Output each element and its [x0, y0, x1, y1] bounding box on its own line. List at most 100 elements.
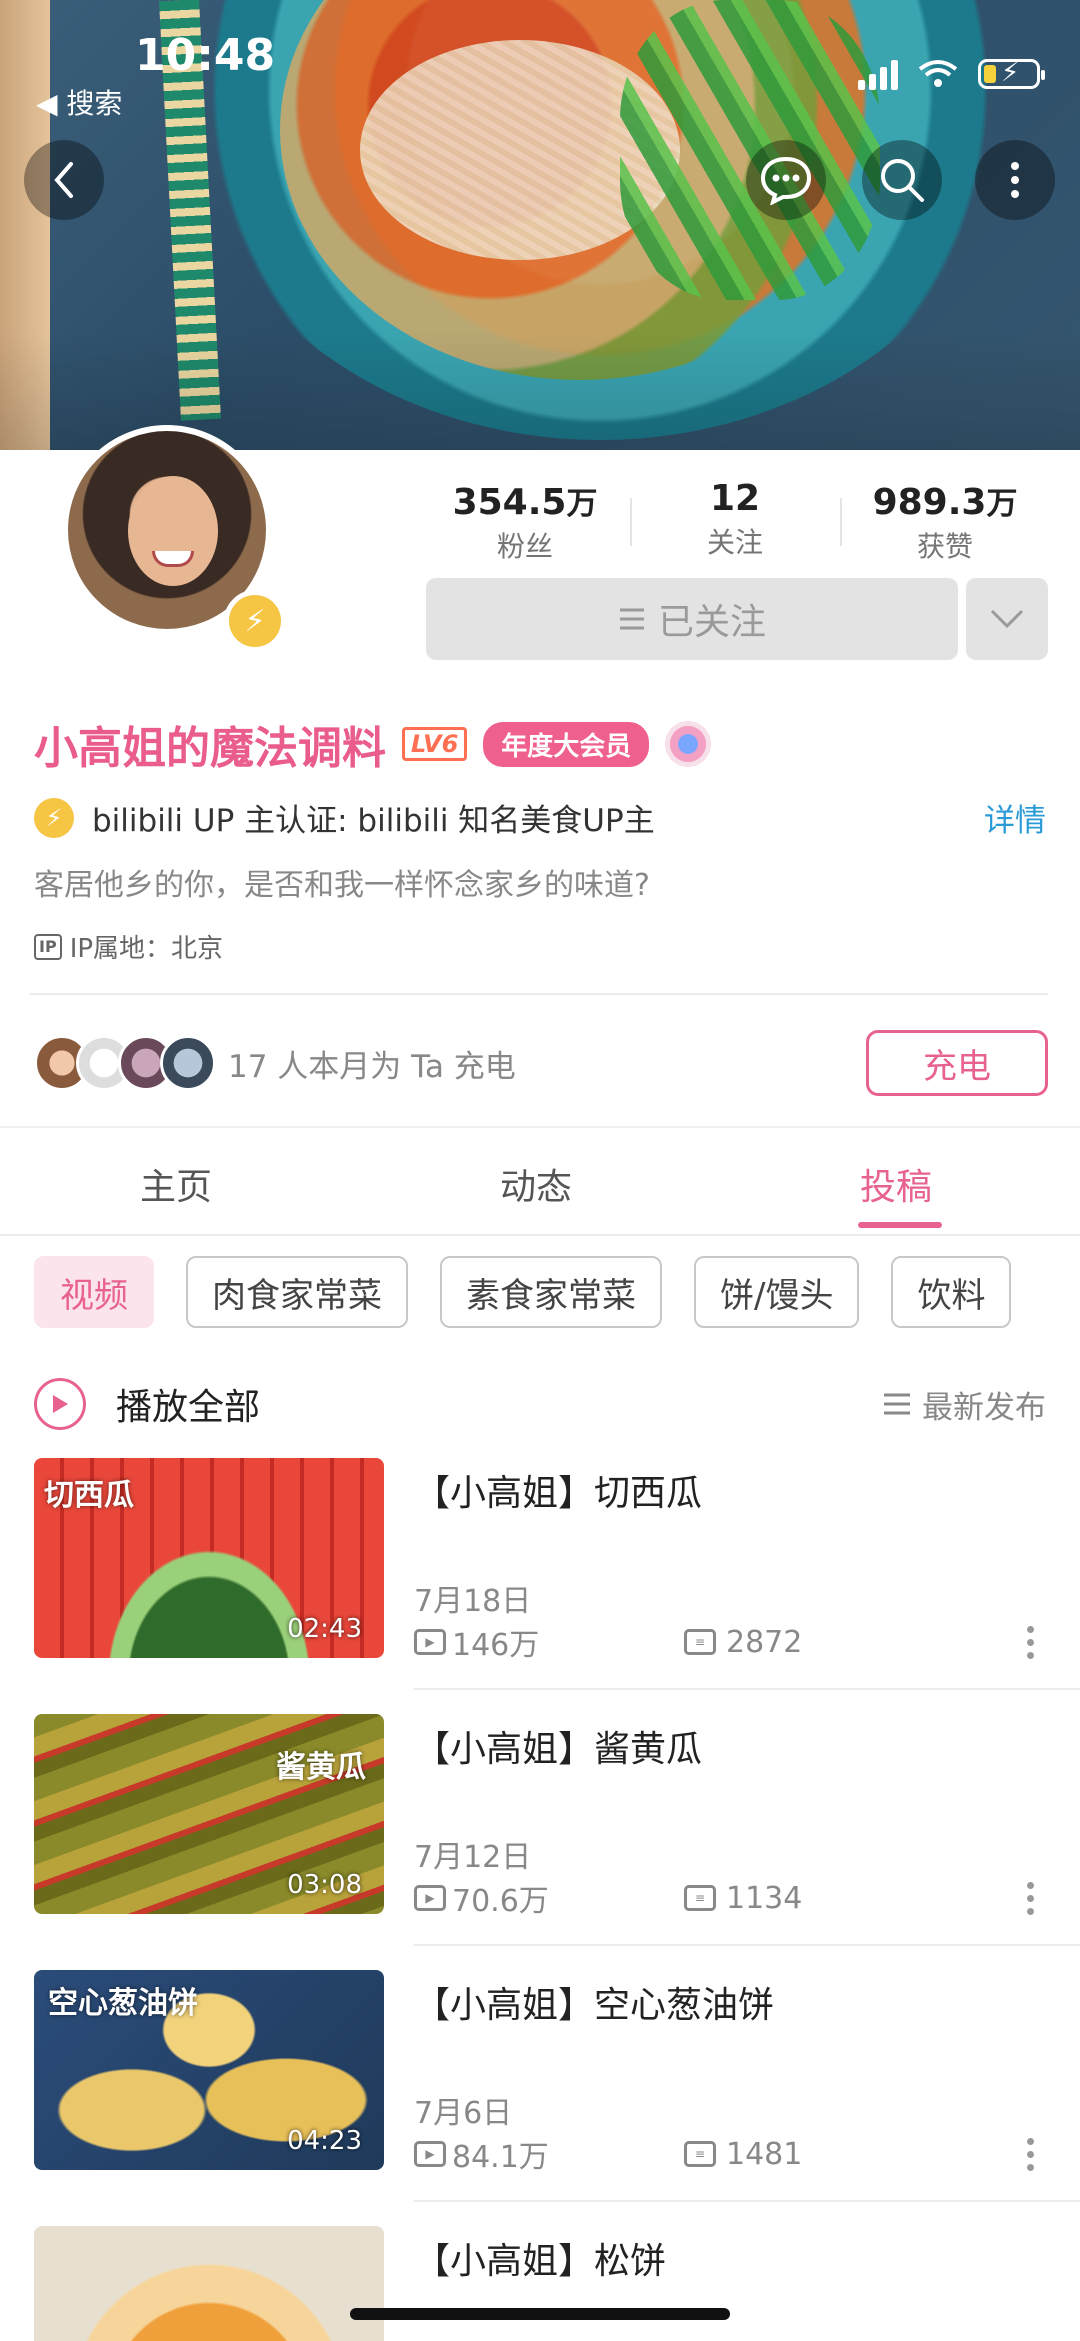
video-item[interactable]: 酱黄瓜 03:08 【小高姐】酱黄瓜 7月12日 ▶ 70.6万 ≡ 1134: [34, 1714, 1080, 1970]
video-title[interactable]: 【小高姐】酱黄瓜: [414, 1720, 702, 1772]
video-more-icon[interactable]: [1027, 2138, 1034, 2171]
category-chips: 视频 肉食家常菜 素食家常菜 饼/馒头 饮料: [34, 1256, 1080, 1328]
status-time: 10:48: [135, 30, 276, 81]
stat-unit: 万: [566, 486, 598, 522]
play-count-icon: ▶: [414, 2141, 446, 2167]
video-item[interactable]: 切西瓜 02:43 【小高姐】切西瓜 7月18日 ▶ 146万 ≡ 2872: [34, 1458, 1080, 1714]
play-icon: [53, 1395, 68, 1413]
video-title[interactable]: 【小高姐】松饼: [414, 2232, 666, 2284]
video-title[interactable]: 【小高姐】空心葱油饼: [414, 1976, 774, 2028]
danmaku-icon: ≡: [684, 2141, 716, 2167]
user-signature: 客居他乡的你，是否和我一样怀念家乡的味道?: [34, 868, 650, 903]
video-thumbnail[interactable]: 酱黄瓜 03:08: [34, 1714, 384, 1914]
stat-likes[interactable]: 989.3万 获赞: [840, 478, 1050, 565]
stat-value: 354.5: [452, 482, 567, 523]
chip-veg-dishes[interactable]: 素食家常菜: [440, 1256, 662, 1328]
video-title[interactable]: 【小高姐】切西瓜: [414, 1464, 702, 1516]
charge-count-text: 17 人本月为 Ta 充电: [228, 1048, 516, 1085]
thumbnail-caption: 酱黄瓜: [276, 1750, 366, 1785]
stat-followers[interactable]: 354.5万 粉丝: [420, 478, 630, 565]
vip-badge[interactable]: 年度大会员: [483, 721, 650, 767]
follow-dropdown-button[interactable]: [966, 578, 1048, 660]
menu-lines-icon: [619, 608, 644, 630]
video-stats: ▶ 84.1万 ≡ 1481: [414, 2132, 1034, 2176]
home-indicator: [350, 2308, 730, 2320]
avatar-face: [128, 476, 218, 586]
level-badge: LV6: [402, 727, 468, 761]
video-more-icon[interactable]: [1027, 1882, 1034, 1915]
video-more-icon[interactable]: [1027, 1626, 1034, 1659]
video-item[interactable]: 【小高姐】松饼: [34, 2226, 1046, 2341]
video-stats: ▶ 70.6万 ≡ 1134: [414, 1876, 1034, 1920]
status-icons: ⚡: [858, 58, 1045, 90]
back-to-app-link[interactable]: ◀ 搜索: [36, 82, 122, 122]
verification-text: bilibili UP 主认证: bilibili 知名美食UP主: [92, 803, 655, 839]
chip-drinks[interactable]: 饮料: [891, 1256, 1012, 1328]
video-thumbnail[interactable]: 切西瓜 02:43: [34, 1458, 384, 1658]
thumbnail-caption: 切西瓜: [44, 1478, 134, 1513]
play-count-value: 70.6万: [452, 1884, 549, 1919]
sort-button[interactable]: 最新发布: [882, 1382, 1046, 1427]
tab-uploads[interactable]: 投稿: [860, 1158, 932, 1210]
charge-button[interactable]: 充电: [866, 1030, 1048, 1096]
supporter-avatars[interactable]: [34, 1035, 216, 1091]
back-button[interactable]: [24, 140, 104, 220]
more-button[interactable]: [975, 140, 1055, 220]
video-thumbnail[interactable]: 空心葱油饼 04:23: [34, 1970, 384, 2170]
chip-videos[interactable]: 视频: [34, 1256, 154, 1328]
play-count: ▶ 70.6万: [414, 1876, 684, 1920]
list-divider: [414, 1944, 1080, 1946]
chevron-down-icon: [990, 609, 1024, 629]
lightning-verify-icon: ⚡: [34, 797, 74, 838]
stat-following[interactable]: 12 关注: [630, 478, 840, 565]
tab-dynamic[interactable]: 动态: [500, 1158, 572, 1210]
list-divider: [414, 2200, 1080, 2202]
play-all-button[interactable]: [34, 1378, 86, 1430]
play-count-icon: ▶: [414, 1885, 446, 1911]
user-name: 小高姐的魔法调料: [34, 723, 386, 774]
details-link[interactable]: 详情: [984, 795, 1046, 840]
play-count: ▶ 146万: [414, 1620, 684, 1664]
name-row: 小高姐的魔法调料 LV6 年度大会员: [34, 712, 712, 776]
video-item[interactable]: 空心葱油饼 04:23 【小高姐】空心葱油饼 7月6日 ▶ 84.1万 ≡ 1481: [34, 1970, 1080, 2226]
profile-stats: 354.5万 粉丝 12 关注 989.3万 获赞: [420, 478, 1050, 565]
sort-lines-icon: [884, 1393, 910, 1415]
stat-label: 粉丝: [496, 530, 553, 563]
chat-bubble-icon: [760, 156, 812, 205]
followed-label: 已关注: [657, 602, 766, 643]
video-duration: 03:08: [287, 1870, 362, 1900]
tab-home[interactable]: 主页: [140, 1158, 212, 1210]
search-icon: [881, 159, 924, 202]
section-divider: [0, 1126, 1080, 1128]
message-button[interactable]: [746, 140, 826, 220]
play-count: ▶ 84.1万: [414, 2132, 684, 2176]
medal-icon[interactable]: [665, 721, 712, 767]
followed-button[interactable]: 已关注: [426, 578, 958, 660]
banner-greens: [620, 0, 880, 300]
search-button[interactable]: [862, 140, 942, 220]
chip-pancakes[interactable]: 饼/馒头: [694, 1256, 860, 1328]
comment-count: ≡ 2872: [684, 1625, 1034, 1660]
video-thumbnail[interactable]: [34, 2226, 384, 2341]
video-duration: 02:43: [287, 1614, 362, 1644]
stat-value: 989.3: [872, 482, 987, 523]
play-all-row: 播放全部 最新发布: [34, 1372, 1046, 1436]
video-date: 7月12日: [414, 1840, 532, 1875]
chip-meat-dishes[interactable]: 肉食家常菜: [186, 1256, 408, 1328]
video-duration: 04:23: [287, 2126, 362, 2156]
thumbnail-caption: 空心葱油饼: [48, 1986, 198, 2021]
video-date: 7月18日: [414, 1584, 532, 1619]
battery-icon: ⚡: [978, 58, 1045, 89]
comment-count-value: 1481: [726, 2136, 803, 2172]
charge-row: 17 人本月为 Ta 充电 充电: [34, 1028, 1048, 1098]
play-all-label[interactable]: 播放全部: [116, 1378, 882, 1430]
chevron-left-icon: [54, 162, 73, 198]
profile-tabs: 主页 动态 投稿: [0, 1130, 1080, 1236]
ip-location: IP IP属地：北京: [34, 928, 223, 965]
divider: [30, 993, 1048, 995]
cellular-signal-icon: [858, 58, 898, 90]
play-count-value: 146万: [452, 1628, 540, 1663]
ip-icon: IP: [34, 933, 62, 960]
sort-label: 最新发布: [922, 1389, 1046, 1426]
comment-count: ≡ 1481: [684, 2137, 1034, 2172]
